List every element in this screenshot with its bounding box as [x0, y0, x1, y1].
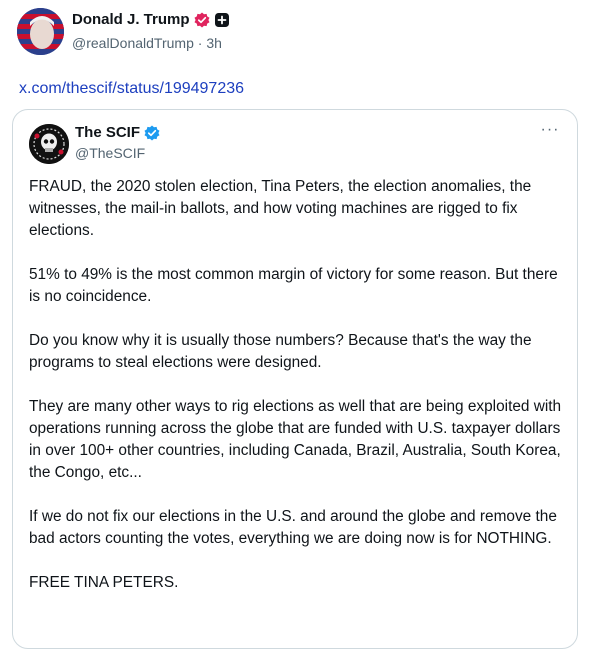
- paragraph: They are many other ways to rig election…: [29, 398, 562, 481]
- verified-pink-icon: [194, 12, 210, 28]
- quoted-author-avatar[interactable]: [29, 124, 69, 164]
- quoted-name-row: The SCIF: [75, 124, 160, 141]
- more-options-icon[interactable]: ···: [539, 122, 561, 142]
- quoted-post-card[interactable]: The SCIF @TheSCIF ··· FRAUD, the 2020 st…: [12, 109, 578, 649]
- paragraph: FREE TINA PETERS.: [29, 574, 179, 591]
- paragraph: If we do not fix our elections in the U.…: [29, 508, 557, 547]
- author-display-name[interactable]: Donald J. Trump: [72, 11, 190, 28]
- post-header: Donald J. Trump @realDonaldTrump · 3h: [17, 8, 577, 58]
- author-meta-row: @realDonaldTrump · 3h: [72, 35, 222, 51]
- paragraph: 51% to 49% is the most common margin of …: [29, 266, 558, 305]
- quoted-display-name[interactable]: The SCIF: [75, 124, 140, 141]
- verified-blue-icon: [144, 125, 160, 141]
- quoted-post-text: FRAUD, the 2020 stolen election, Tina Pe…: [29, 176, 565, 616]
- status-link[interactable]: x.com/thescif/status/199497236: [19, 80, 244, 98]
- paragraph: FRAUD, the 2020 stolen election, Tina Pe…: [29, 178, 532, 239]
- paragraph: Do you know why it is usually those numb…: [29, 332, 532, 371]
- author-name-row: Donald J. Trump: [72, 11, 230, 28]
- author-avatar[interactable]: [17, 8, 64, 55]
- quoted-handle[interactable]: @TheSCIF: [75, 145, 145, 161]
- square-plus-icon: [214, 12, 230, 28]
- meta-separator: ·: [197, 35, 203, 51]
- post-timestamp[interactable]: 3h: [206, 35, 222, 51]
- author-handle[interactable]: @realDonaldTrump: [72, 35, 194, 51]
